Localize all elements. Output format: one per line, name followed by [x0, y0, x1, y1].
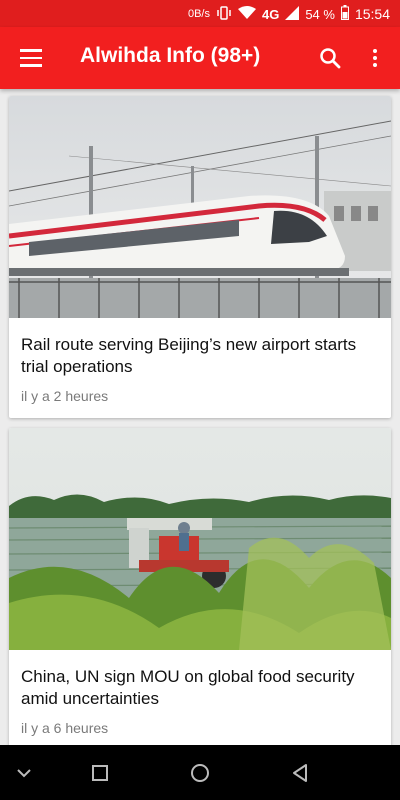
article-headline[interactable]: China, UN sign MOU on global food securi… [9, 650, 391, 710]
search-icon[interactable] [318, 46, 342, 70]
clock: 15:54 [354, 6, 390, 22]
battery-icon [340, 5, 349, 23]
battery-level: 54 % [305, 6, 335, 22]
article-time: il y a 2 heures [21, 388, 109, 404]
vibrate-icon [216, 5, 232, 23]
app-bar: Alwihda Info (98+) [0, 27, 400, 89]
rice-field-photo [9, 428, 391, 650]
train-photo [9, 96, 391, 318]
app-title: Alwihda Info (98+) [80, 44, 261, 67]
menu-icon[interactable] [20, 49, 42, 67]
article-card[interactable]: China, UN sign MOU on global food securi… [9, 428, 391, 745]
article-time: il y a 6 heures [21, 720, 109, 736]
collapse-icon[interactable] [10, 759, 38, 787]
article-card[interactable]: Rail route serving Beijing’s new airport… [9, 96, 391, 418]
more-vert-icon[interactable] [368, 46, 382, 70]
wifi-icon [237, 5, 256, 23]
home-icon[interactable] [186, 759, 214, 787]
article-feed[interactable]: Rail route serving Beijing’s new airport… [0, 89, 400, 745]
network-speed: 0B/s [187, 8, 210, 20]
status-bar: 0B/s 4G 54 % 15:54 [0, 0, 400, 27]
recents-icon[interactable] [86, 759, 114, 787]
navigation-bar [0, 745, 400, 800]
signal-icon [285, 5, 300, 23]
article-headline[interactable]: Rail route serving Beijing’s new airport… [9, 318, 391, 378]
back-icon[interactable] [286, 759, 314, 787]
network-type: 4G [261, 6, 280, 22]
